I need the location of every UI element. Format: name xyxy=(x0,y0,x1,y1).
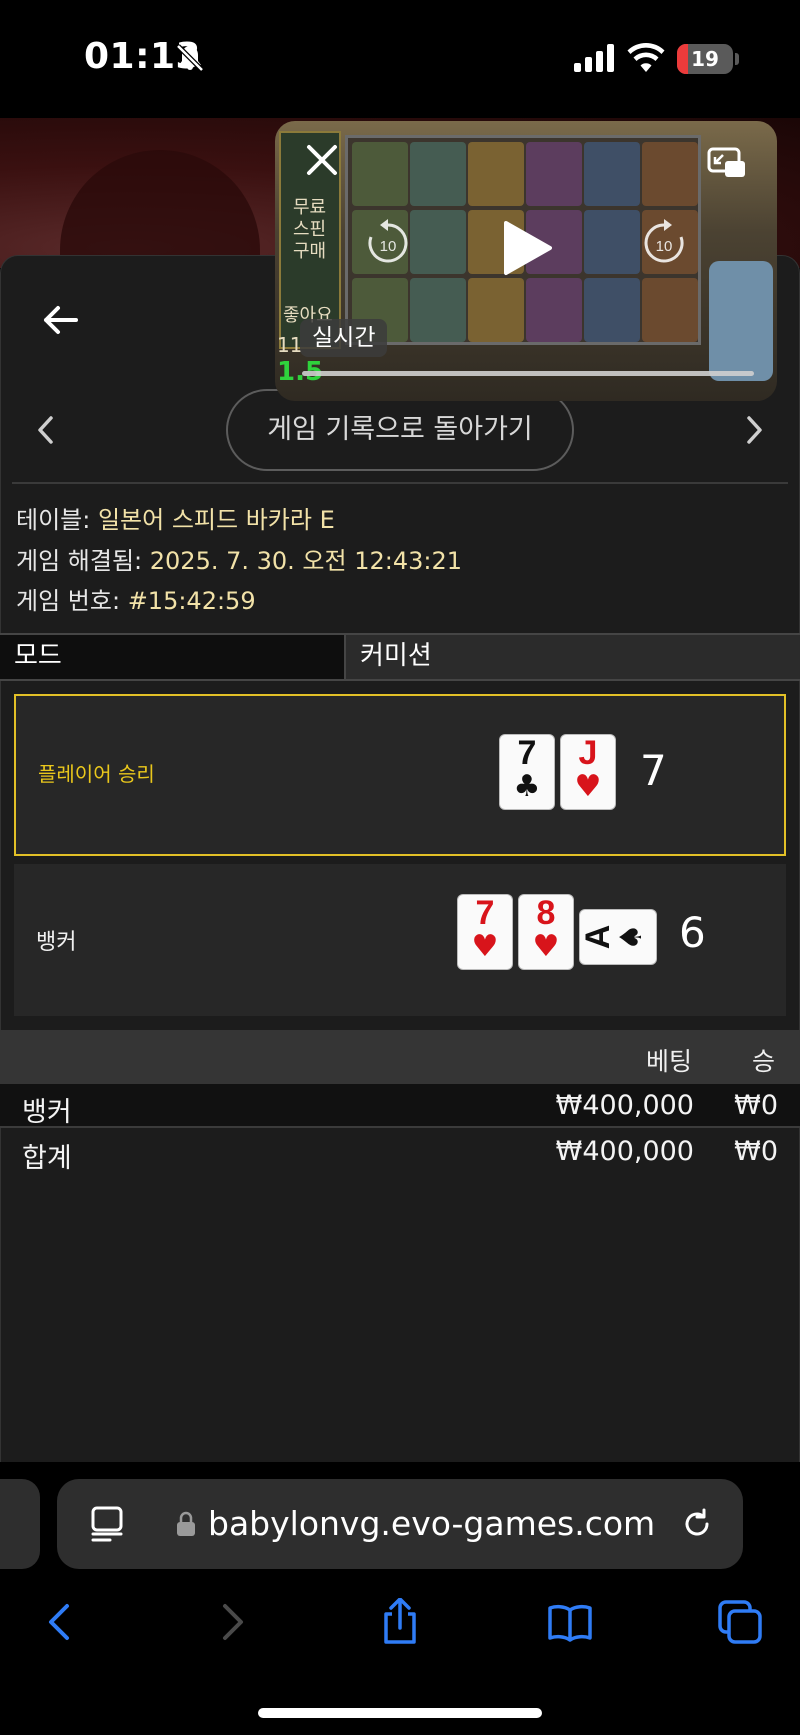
slot-character-art xyxy=(709,261,773,381)
cellular-signal-icon xyxy=(574,44,614,72)
home-indicator xyxy=(258,1708,542,1718)
card-rank: 7 xyxy=(475,894,495,932)
spade-suit-icon: ♠ xyxy=(614,923,649,951)
back-arrow-icon[interactable] xyxy=(40,300,80,340)
slot-symbol xyxy=(410,278,466,342)
back-chevron-icon[interactable] xyxy=(36,1598,84,1646)
sideways-playing-card: A ♠ xyxy=(579,910,656,964)
previous-tab-preview[interactable] xyxy=(0,1479,40,1569)
resolved-value: 2025. 7. 30. 오전 12:43:21 xyxy=(149,547,463,575)
url-text[interactable]: babylonvg.evo-games.com xyxy=(208,1504,655,1543)
slot-symbol xyxy=(468,142,524,206)
tab-mode[interactable]: 모드 xyxy=(0,635,346,679)
close-icon[interactable] xyxy=(305,143,339,177)
resolved-info-line: 게임 해결됨: 2025. 7. 30. 오전 12:43:21 xyxy=(16,541,462,576)
playing-card: 7 ♣ xyxy=(500,735,554,809)
lock-icon xyxy=(177,1511,195,1536)
bet-amount: ₩400,000 xyxy=(555,1090,694,1121)
slot-text: 11 xyxy=(277,333,303,357)
video-progress-track[interactable] xyxy=(302,371,754,376)
reload-icon[interactable] xyxy=(680,1507,714,1541)
slot-symbol xyxy=(468,278,524,342)
rewind-10-icon[interactable]: 10 xyxy=(365,217,411,267)
picture-in-picture-video[interactable]: 무료 스핀 구매 좋아요 11 1.5 10 10 실시간 xyxy=(275,121,777,401)
bell-slash-icon xyxy=(176,44,204,72)
picture-in-picture-icon[interactable] xyxy=(707,147,747,179)
heart-suit-icon: ♥ xyxy=(471,929,499,964)
status-bar: 01:13 19 xyxy=(0,0,800,118)
back-to-game-history-button[interactable]: 게임 기록으로 돌아가기 xyxy=(226,389,574,471)
wifi-icon xyxy=(627,42,665,72)
slot-symbol xyxy=(584,278,640,342)
previous-game-chevron-icon[interactable] xyxy=(34,414,56,446)
svg-text:10: 10 xyxy=(380,238,397,255)
playing-card: J ♥ xyxy=(561,735,615,809)
slot-symbol xyxy=(642,142,698,206)
slot-symbol xyxy=(410,210,466,274)
resolved-label: 게임 해결됨: xyxy=(16,547,143,575)
reader-mode-icon[interactable] xyxy=(90,1506,124,1542)
player-win-label: 플레이어 승리 xyxy=(38,762,155,786)
slot-symbol xyxy=(352,142,408,206)
battery-percent: 19 xyxy=(691,47,719,71)
header-divider xyxy=(12,482,788,484)
slot-symbol xyxy=(584,142,640,206)
card-rank: A xyxy=(579,924,617,950)
win-amount: ₩0 xyxy=(734,1090,778,1121)
player-score: 7 xyxy=(640,746,667,795)
game-number-value: #15:42:59 xyxy=(127,587,256,615)
slot-symbol xyxy=(584,210,640,274)
slot-symbol xyxy=(410,142,466,206)
table-row-total: 합계 ₩400,000 ₩0 xyxy=(0,1130,800,1174)
total-bet-amount: ₩400,000 xyxy=(555,1136,694,1167)
column-header-win: 승 xyxy=(752,1047,776,1076)
battery-cap xyxy=(735,53,739,65)
playing-card: 7 ♥ xyxy=(458,895,512,969)
game-number-line: 게임 번호: #15:42:59 xyxy=(16,581,256,616)
club-suit-icon: ♣ xyxy=(513,769,541,804)
table-row: 뱅커 ₩400,000 ₩0 xyxy=(0,1084,800,1128)
slot-symbol xyxy=(526,142,582,206)
battery-icon: 19 xyxy=(677,44,733,74)
table-label: 테이블: xyxy=(16,506,91,534)
card-face: A ♠ xyxy=(579,910,656,964)
svg-text:10: 10 xyxy=(656,238,673,255)
play-icon[interactable] xyxy=(502,219,552,277)
bookmarks-icon[interactable] xyxy=(546,1598,594,1646)
card-rank: J xyxy=(578,734,598,772)
slot-text: 구매 xyxy=(293,241,327,262)
share-icon[interactable] xyxy=(376,1598,424,1646)
bets-table-header: 베팅 승 xyxy=(0,1030,800,1084)
total-win-amount: ₩0 xyxy=(734,1136,778,1167)
table-info-line: 테이블: 일본어 스피드 바카라 E xyxy=(16,500,335,535)
forward-chevron-icon[interactable] xyxy=(208,1598,256,1646)
game-number-label: 게임 번호: xyxy=(16,587,121,615)
heart-suit-icon: ♥ xyxy=(574,769,602,804)
playing-card: 8 ♥ xyxy=(519,895,573,969)
bet-name: 뱅커 xyxy=(22,1097,72,1128)
banker-score: 6 xyxy=(679,908,706,957)
banker-label: 뱅커 xyxy=(36,930,77,955)
tab-commission[interactable]: 커미션 xyxy=(348,635,800,679)
card-rank: 8 xyxy=(536,894,556,932)
forward-10-icon[interactable]: 10 xyxy=(641,217,687,267)
live-badge: 실시간 xyxy=(300,319,388,357)
banker-result-row: 뱅커 7 ♥ 8 ♥ A ♠ 6 xyxy=(14,864,786,1016)
next-game-chevron-icon[interactable] xyxy=(744,414,766,446)
total-label: 합계 xyxy=(22,1143,72,1174)
slot-symbol xyxy=(642,278,698,342)
table-value: 일본어 스피드 바카라 E xyxy=(97,506,335,534)
tabs-icon[interactable] xyxy=(716,1598,764,1646)
heart-suit-icon: ♥ xyxy=(532,929,560,964)
mode-tab-row: 모드 커미션 xyxy=(0,633,800,681)
column-header-bet: 베팅 xyxy=(646,1047,693,1076)
card-rank: 7 xyxy=(517,734,537,772)
player-result-row: 플레이어 승리 7 ♣ J ♥ 7 xyxy=(14,694,786,856)
slot-symbol xyxy=(526,278,582,342)
